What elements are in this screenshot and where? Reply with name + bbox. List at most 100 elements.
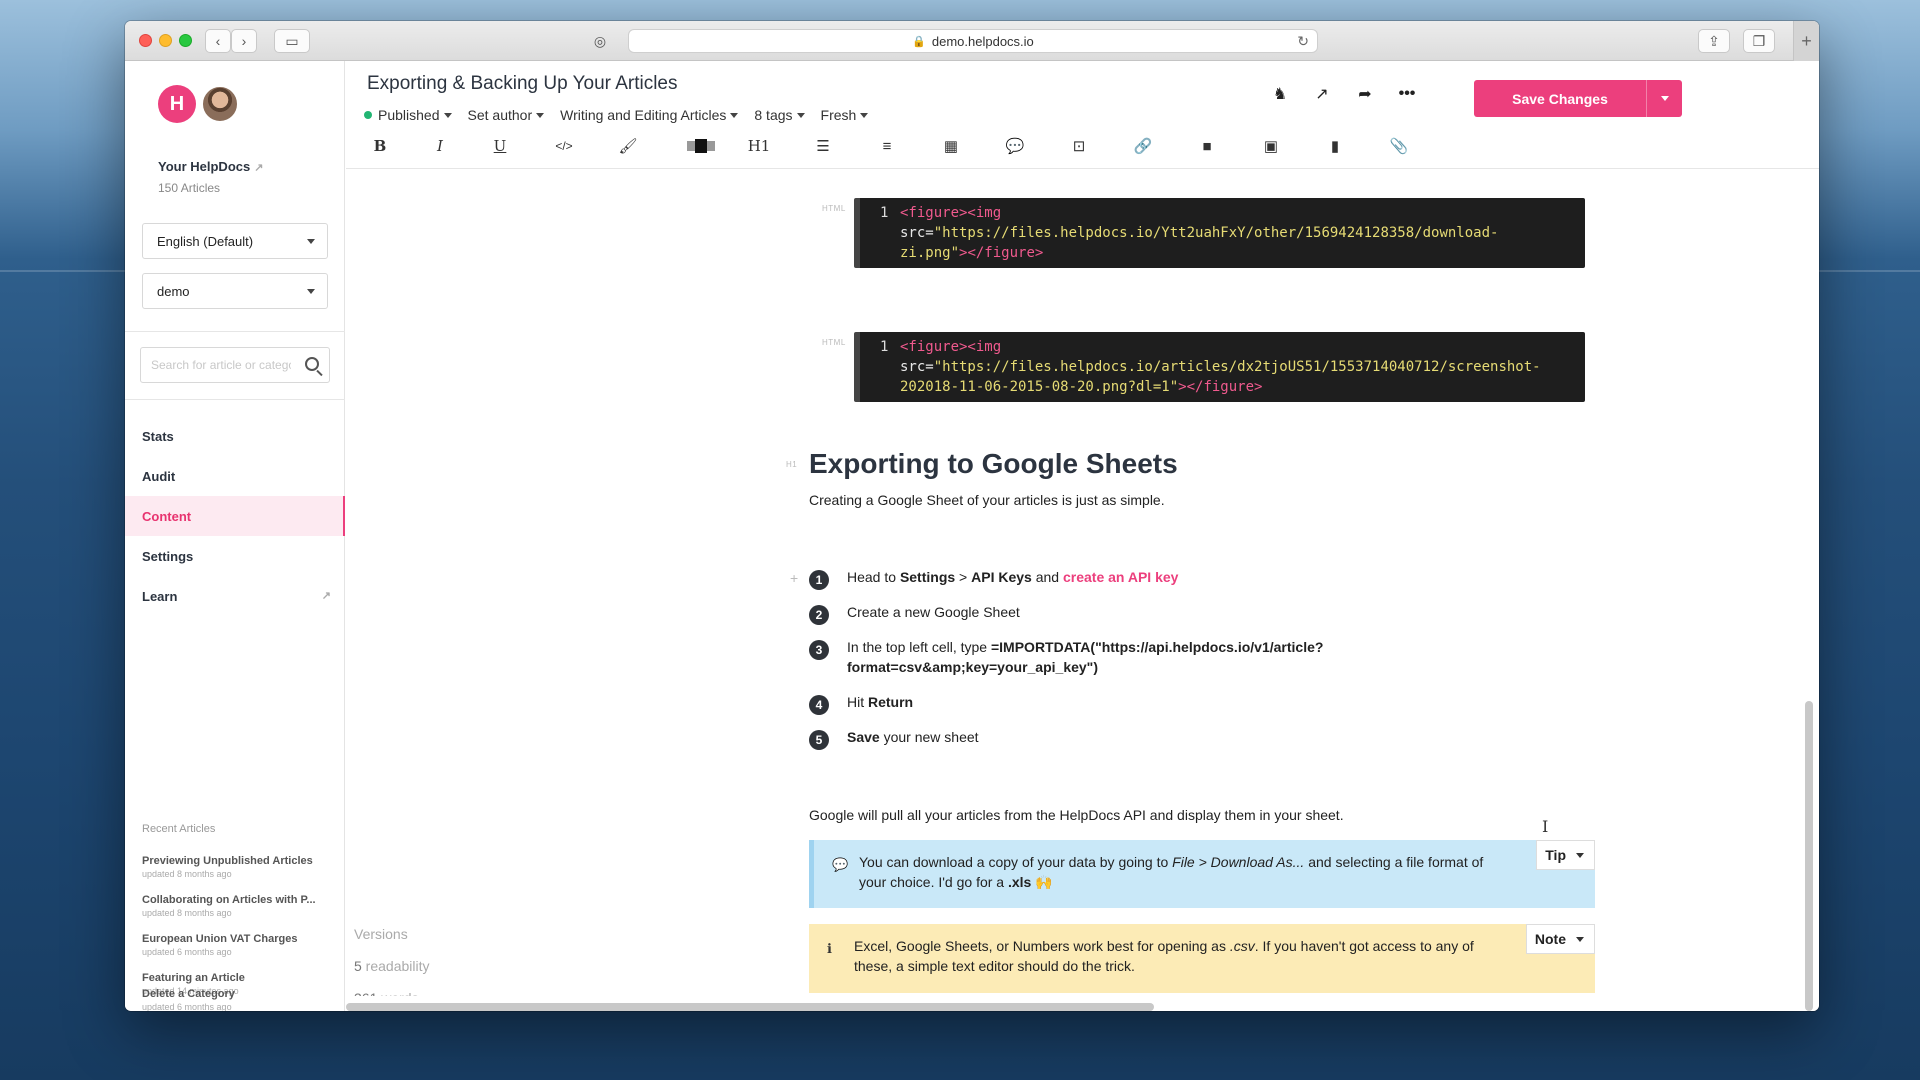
note-callout[interactable]: ℹ Excel, Google Sheets, or Numbers work … <box>809 924 1595 993</box>
new-tab-button[interactable]: + <box>1793 21 1819 61</box>
recent-article-title[interactable]: Delete a Category <box>142 988 332 1000</box>
vertical-scrollbar[interactable] <box>1805 701 1813 1011</box>
callout-icon[interactable]: 💬 <box>1002 133 1028 159</box>
underline-icon[interactable]: U <box>487 133 513 159</box>
sidebar-toggle-icon[interactable]: ▭ <box>274 29 310 53</box>
tags-dropdown[interactable]: 8 tags <box>754 107 805 123</box>
code-icon[interactable]: </> <box>551 133 577 159</box>
sidebar-item-learn[interactable]: Learn ↗ <box>125 576 345 616</box>
minimize-window-button[interactable] <box>159 34 172 47</box>
list-item[interactable]: 4 Hit Return <box>809 692 913 715</box>
category-label: Writing and Editing Articles <box>560 107 727 123</box>
sidebar-item-label: Learn <box>142 588 178 604</box>
callout-type-dropdown[interactable]: Tip <box>1536 840 1595 870</box>
ordered-list-icon[interactable]: ☰ <box>810 133 836 159</box>
recent-article-title[interactable]: European Union VAT Charges <box>142 933 332 945</box>
italic-icon[interactable]: I <box>427 133 453 159</box>
color-swatch-icon[interactable] <box>681 133 721 159</box>
tip-callout[interactable]: 💬 You can download a copy of your data b… <box>809 840 1595 908</box>
accordion-icon[interactable]: ⊡ <box>1066 133 1092 159</box>
attachment-icon[interactable]: 📎 <box>1386 133 1412 159</box>
bullet-list-icon[interactable]: ≡ <box>874 133 900 159</box>
create-api-key-link[interactable]: create an API key <box>1063 569 1178 585</box>
status-dropdown[interactable]: Published <box>364 107 452 123</box>
maximize-window-button[interactable] <box>179 34 192 47</box>
site-select[interactable]: demo <box>142 273 328 309</box>
org-name[interactable]: Your HelpDocs ↗ <box>158 159 263 174</box>
more-options-icon[interactable]: ••• <box>1396 83 1418 105</box>
outro-paragraph[interactable]: Google will pull all your articles from … <box>809 807 1344 823</box>
code-block[interactable]: 1 <figure><img src="https://files.helpdo… <box>854 198 1585 268</box>
horizontal-scrollbar[interactable] <box>346 1003 1154 1011</box>
search-icon[interactable] <box>305 357 319 371</box>
section-heading[interactable]: Exporting to Google Sheets <box>809 448 1178 480</box>
image-icon[interactable]: ▣ <box>1258 133 1284 159</box>
chevron-down-icon <box>730 112 739 118</box>
heading-icon[interactable]: H1 <box>746 133 772 159</box>
tags-label: 8 tags <box>754 107 793 123</box>
article-body[interactable]: HTML 1 <figure><img src="https://files.h… <box>346 170 1806 996</box>
language-select[interactable]: English (Default) <box>142 223 328 259</box>
recent-article[interactable]: Collaborating on Articles with P... upda… <box>142 894 332 918</box>
code-tag: ></figure> <box>1178 379 1263 395</box>
recent-article-title[interactable]: Previewing Unpublished Articles <box>142 855 332 867</box>
close-window-button[interactable] <box>139 34 152 47</box>
privacy-icon[interactable]: ◎ <box>585 29 615 53</box>
sidebar-item-stats[interactable]: Stats <box>125 416 345 456</box>
share-arrow-icon[interactable]: ➦ <box>1354 83 1376 105</box>
lock-icon: 🔒 <box>912 35 926 48</box>
list-item[interactable]: 1 Head to Settings > API Keys and create… <box>809 567 1178 590</box>
link-icon[interactable]: 🔗 <box>1130 133 1156 159</box>
versions-link[interactable]: Versions <box>354 926 408 942</box>
reload-icon[interactable]: ↻ <box>1297 33 1309 50</box>
external-link-icon[interactable]: ↗ <box>254 162 263 174</box>
callout-type-dropdown[interactable]: Note <box>1525 924 1595 954</box>
back-button[interactable]: ‹ <box>205 29 231 53</box>
freshness-dropdown[interactable]: Fresh <box>821 107 869 123</box>
chevron-down-icon <box>307 289 315 294</box>
category-dropdown[interactable]: Writing and Editing Articles <box>560 107 739 123</box>
sidebar-item-settings[interactable]: Settings <box>125 536 345 576</box>
article-title[interactable]: Exporting & Backing Up Your Articles <box>367 73 678 95</box>
open-external-icon[interactable]: ↗ <box>1311 83 1333 105</box>
recent-article-title[interactable]: Featuring an Article <box>142 972 332 984</box>
helpdocs-logo[interactable]: H <box>158 85 196 123</box>
forward-button[interactable]: › <box>231 29 257 53</box>
embed-icon[interactable]: ■ <box>1194 133 1220 159</box>
file-icon[interactable]: ▮ <box>1322 133 1348 159</box>
save-changes-button[interactable]: Save Changes <box>1474 80 1682 117</box>
recent-article-updated: updated 6 months ago <box>142 947 232 957</box>
code-string: "https://files.helpdocs.io/articles/dx2t… <box>933 359 1541 375</box>
search-box[interactable] <box>140 347 330 383</box>
brush-icon[interactable]: 🖌 <box>615 133 641 159</box>
code-block-label: HTML <box>822 204 846 213</box>
sidebar-item-content[interactable]: Content <box>125 496 345 536</box>
sidebar-item-audit[interactable]: Audit <box>125 456 345 496</box>
step-number: 3 <box>809 640 829 660</box>
address-bar[interactable]: 🔒 demo.helpdocs.io ↻ <box>628 29 1318 53</box>
share-icon[interactable]: ⇪ <box>1698 29 1730 53</box>
search-input[interactable] <box>151 358 291 372</box>
chevron-down-icon <box>796 112 805 118</box>
intro-paragraph[interactable]: Creating a Google Sheet of your articles… <box>809 492 1165 508</box>
list-item[interactable]: 5 Save your new sheet <box>809 727 979 750</box>
add-block-icon[interactable]: + <box>790 570 798 586</box>
author-dropdown[interactable]: Set author <box>468 107 545 123</box>
list-item[interactable]: 3 In the top left cell, type =IMPORTDATA… <box>809 637 1323 677</box>
recent-article-title[interactable]: Collaborating on Articles with P... <box>142 894 332 906</box>
recent-article[interactable]: Previewing Unpublished Articles updated … <box>142 855 332 879</box>
code-block[interactable]: 1 <figure><img src="https://files.helpdo… <box>854 332 1585 402</box>
recent-article[interactable]: European Union VAT Charges updated 6 mon… <box>142 933 332 957</box>
avatar[interactable] <box>201 85 239 123</box>
list-item[interactable]: 2 Create a new Google Sheet <box>809 602 1020 625</box>
save-options-dropdown[interactable] <box>1646 80 1682 117</box>
ghost-icon[interactable]: ♞ <box>1269 83 1291 105</box>
tabs-overview-icon[interactable]: ❐ <box>1743 29 1775 53</box>
step-number: 4 <box>809 695 829 715</box>
table-icon[interactable]: ▦ <box>938 133 964 159</box>
bold-icon[interactable]: B <box>367 133 393 159</box>
recent-article[interactable]: Delete a Category updated 6 months ago <box>142 988 332 1011</box>
chevron-down-icon <box>307 239 315 244</box>
step-number: 5 <box>809 730 829 750</box>
article-header: Exporting & Backing Up Your Articles Pub… <box>346 61 1819 169</box>
